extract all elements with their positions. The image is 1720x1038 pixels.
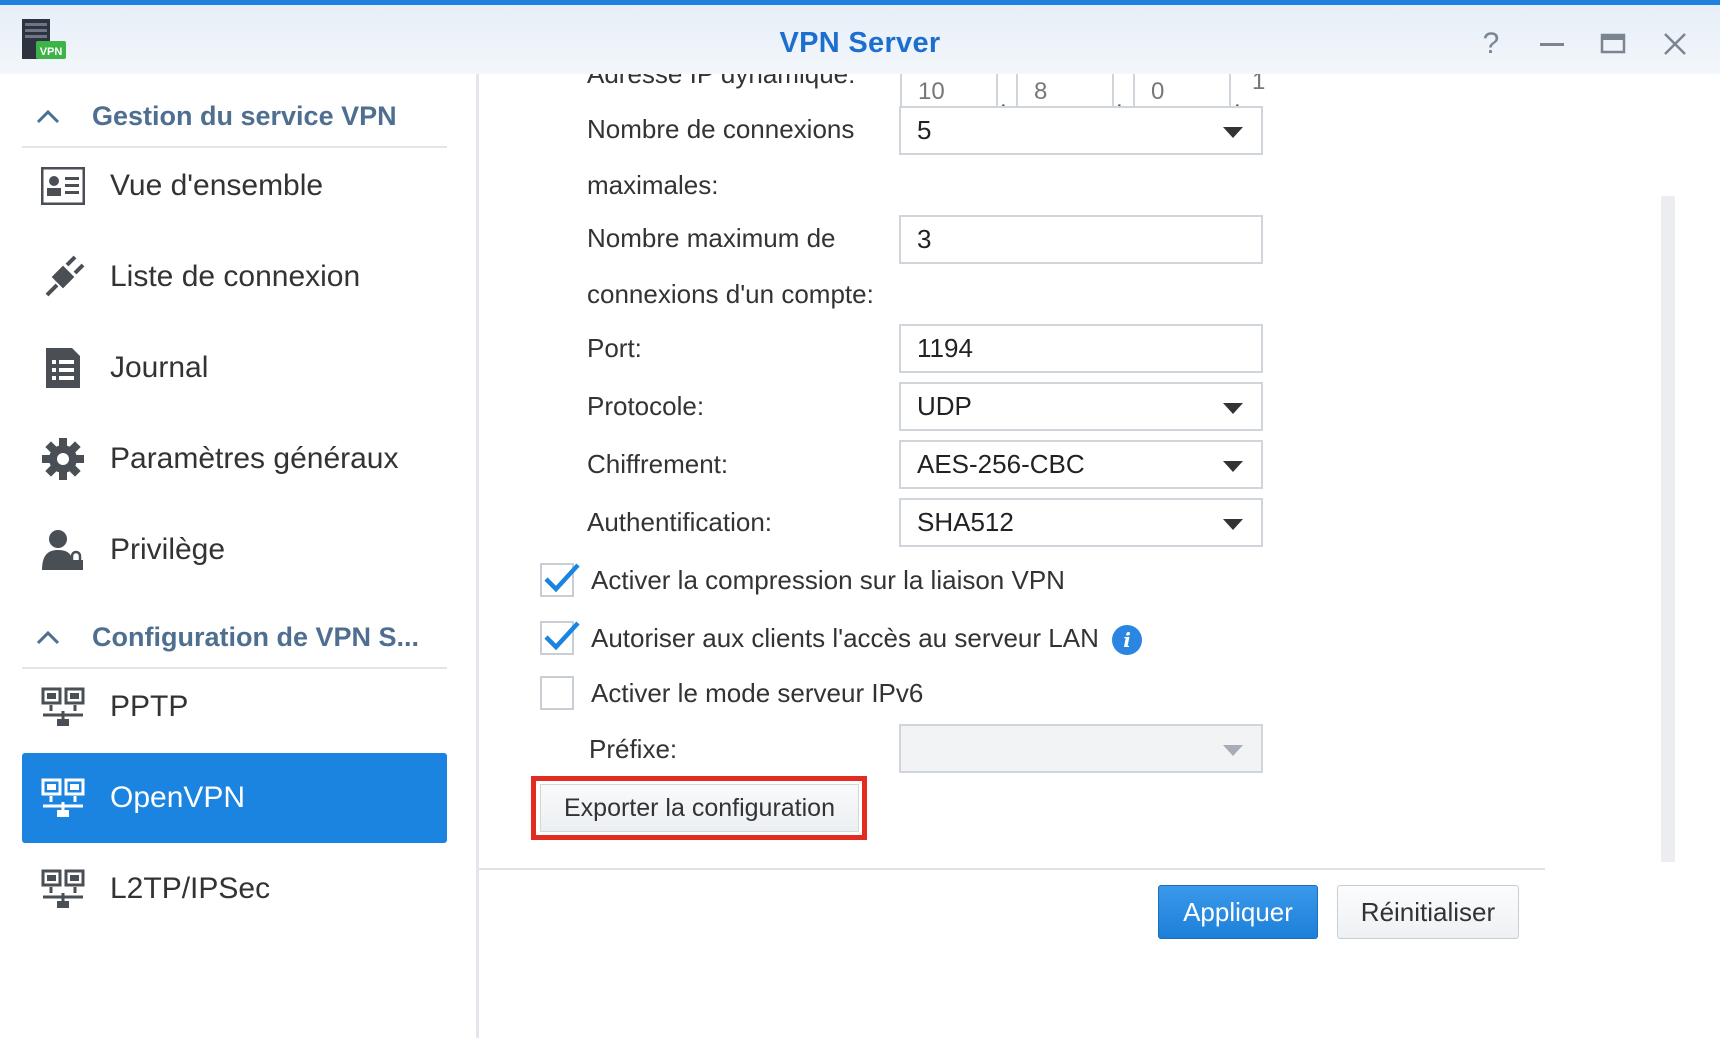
- chevron-up-icon: [36, 108, 64, 124]
- gear-icon: [40, 436, 86, 482]
- ipv6-mode-label: Activer le mode serveur IPv6: [591, 678, 924, 708]
- compression-checkbox[interactable]: [540, 563, 580, 597]
- sidebar-item-label: OpenVPN: [110, 781, 246, 814]
- max-per-account-label: Nombre maximum de connexions d'un compte…: [587, 223, 874, 309]
- info-icon[interactable]: i: [1112, 625, 1143, 656]
- chevron-down-icon: [1223, 745, 1243, 756]
- prefix-label: Préfixe:: [589, 734, 678, 764]
- sidebar-item-pptp[interactable]: PPTP: [22, 657, 447, 757]
- ipv6-mode-checkbox[interactable]: [540, 676, 574, 710]
- protocol-label: Protocole:: [587, 391, 705, 421]
- maximize-icon[interactable]: [1598, 29, 1628, 59]
- lan-access-label: Autoriser aux clients l'accès au serveur…: [591, 623, 1143, 656]
- sidebar-item-label: Liste de connexion: [110, 260, 361, 293]
- compression-label: Activer la compression sur la liaison VP…: [591, 565, 1065, 595]
- log-list-icon: [40, 345, 86, 391]
- sidebar-item-overview[interactable]: Vue d'ensemble: [22, 136, 447, 236]
- group-header-label: Gestion du service VPN: [92, 100, 397, 131]
- export-configuration-button[interactable]: Exporter la configuration: [540, 784, 859, 832]
- chevron-down-icon: [1223, 403, 1243, 414]
- overview-card-icon: [40, 163, 86, 209]
- sidebar: Gestion du service VPN Vue d'ensemble Li…: [0, 74, 478, 1038]
- title-bar: VPN VPN Server ?: [0, 0, 1720, 74]
- dynamic-ip-label: Adresse IP dynamique:: [587, 74, 856, 89]
- sidebar-item-l2tp-ipsec[interactable]: L2TP/IPSec: [22, 839, 447, 939]
- plug-icon: [40, 254, 86, 300]
- ip-octet-4-value: 1: [1252, 74, 1266, 95]
- sidebar-item-label: Paramètres généraux: [110, 442, 399, 475]
- encryption-select[interactable]: AES-256-CBC: [899, 440, 1263, 489]
- user-lock-icon: [40, 527, 86, 573]
- apply-button[interactable]: Appliquer: [1158, 885, 1318, 939]
- encryption-label: Chiffrement:: [587, 449, 729, 479]
- lan-access-checkbox[interactable]: [540, 621, 580, 655]
- chevron-down-icon: [1223, 127, 1243, 138]
- sidebar-item-label: Journal: [110, 351, 209, 384]
- close-icon[interactable]: [1660, 29, 1690, 59]
- sidebar-item-label: PPTP: [110, 690, 189, 723]
- checkmark-icon: [544, 563, 580, 593]
- sidebar-item-label: L2TP/IPSec: [110, 872, 271, 905]
- max-per-account-field[interactable]: 3: [899, 215, 1263, 264]
- sidebar-item-log[interactable]: Journal: [22, 318, 447, 418]
- chevron-down-icon: [1223, 461, 1243, 472]
- network-icon: [40, 866, 86, 912]
- max-connections-select[interactable]: 5: [899, 106, 1263, 155]
- authentication-select[interactable]: SHA512: [899, 498, 1263, 547]
- scrollbar[interactable]: [1661, 196, 1675, 862]
- network-icon: [40, 684, 86, 730]
- network-icon: [40, 775, 86, 821]
- main-panel: Adresse IP dynamique: 10 . 8 . 0 . 1 Nom…: [479, 74, 1720, 1038]
- reset-button[interactable]: Réinitialiser: [1337, 885, 1519, 939]
- chevron-up-icon: [36, 629, 64, 645]
- sidebar-item-label: Privilège: [110, 533, 226, 566]
- help-icon[interactable]: ?: [1476, 27, 1506, 60]
- sidebar-item-privilege[interactable]: Privilège: [22, 500, 447, 600]
- sidebar-item-openvpn[interactable]: OpenVPN: [22, 753, 447, 843]
- chevron-down-icon: [1223, 519, 1243, 530]
- protocol-select[interactable]: UDP: [899, 382, 1263, 431]
- sidebar-item-general-settings[interactable]: Paramètres généraux: [22, 409, 447, 509]
- group-header-label: Configuration de VPN S...: [92, 621, 420, 652]
- max-connections-label: Nombre de connexions maximales:: [587, 114, 855, 200]
- window-title: VPN Server: [779, 27, 941, 59]
- minimize-icon[interactable]: [1537, 29, 1567, 59]
- checkmark-icon: [544, 621, 580, 651]
- port-field[interactable]: 1194: [899, 324, 1263, 373]
- sidebar-item-label: Vue d'ensemble: [110, 169, 324, 202]
- authentication-label: Authentification:: [587, 507, 773, 537]
- port-label: Port:: [587, 333, 642, 363]
- footer-divider: [479, 868, 1545, 870]
- prefix-select[interactable]: [899, 724, 1263, 773]
- sidebar-item-connection-list[interactable]: Liste de connexion: [22, 227, 447, 327]
